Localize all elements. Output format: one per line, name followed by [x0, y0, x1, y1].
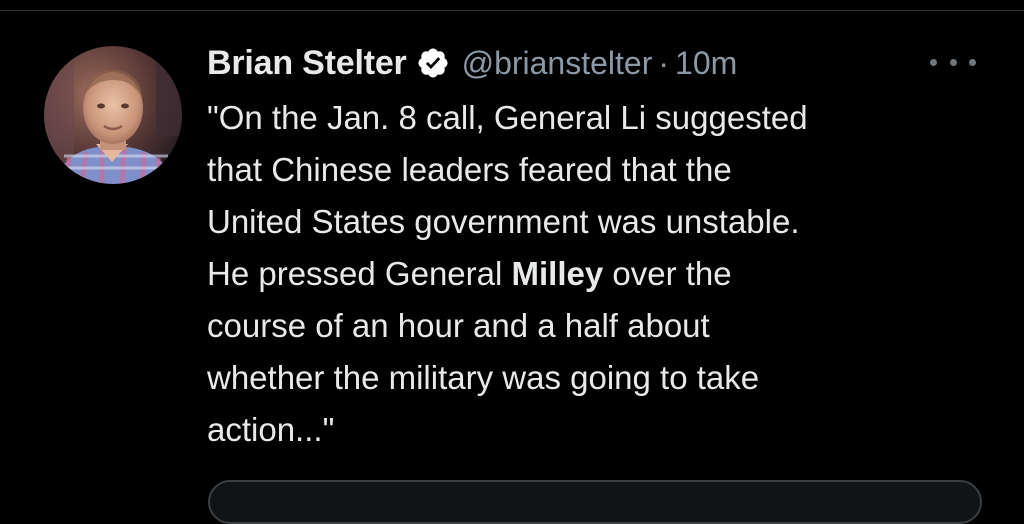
tweet-text: "On the Jan. 8 call, General Li suggeste… [207, 92, 967, 456]
tweet-text-line: "On the Jan. 8 call, General Li suggeste… [207, 99, 808, 136]
bold-mention-milley: Milley [511, 255, 604, 292]
tweet-text-line: He pressed General Milley over the [207, 248, 967, 300]
profile-photo-icon [44, 46, 182, 184]
media-card[interactable] [208, 480, 982, 524]
tweet-text-segment: over the [603, 255, 732, 292]
tweet-header: Brian Stelter @brianstelter · 10m [207, 40, 737, 86]
timestamp[interactable]: 10m [675, 45, 737, 82]
tweet-text-line: United States government was unstable. [207, 203, 800, 240]
more-options-icon[interactable] [930, 50, 976, 74]
more-dot [969, 58, 976, 66]
more-dot [930, 58, 937, 66]
tweet-text-line: that Chinese leaders feared that the [207, 151, 732, 188]
tweet-text-line: course of an hour and a half about [207, 307, 710, 344]
more-dot [949, 58, 957, 66]
tweet-text-line: action..." [207, 411, 335, 448]
tweet-text-segment: He pressed General [207, 255, 512, 292]
verified-badge-icon[interactable] [416, 46, 450, 80]
avatar[interactable] [44, 46, 182, 184]
user-handle[interactable]: @brianstelter [462, 45, 653, 82]
tweet-text-line: whether the military was going to take [207, 359, 760, 396]
separator-dot: · [658, 44, 670, 81]
display-name[interactable]: Brian Stelter [207, 44, 407, 83]
tweet[interactable]: Brian Stelter @brianstelter · 10m "On th… [0, 0, 1024, 524]
